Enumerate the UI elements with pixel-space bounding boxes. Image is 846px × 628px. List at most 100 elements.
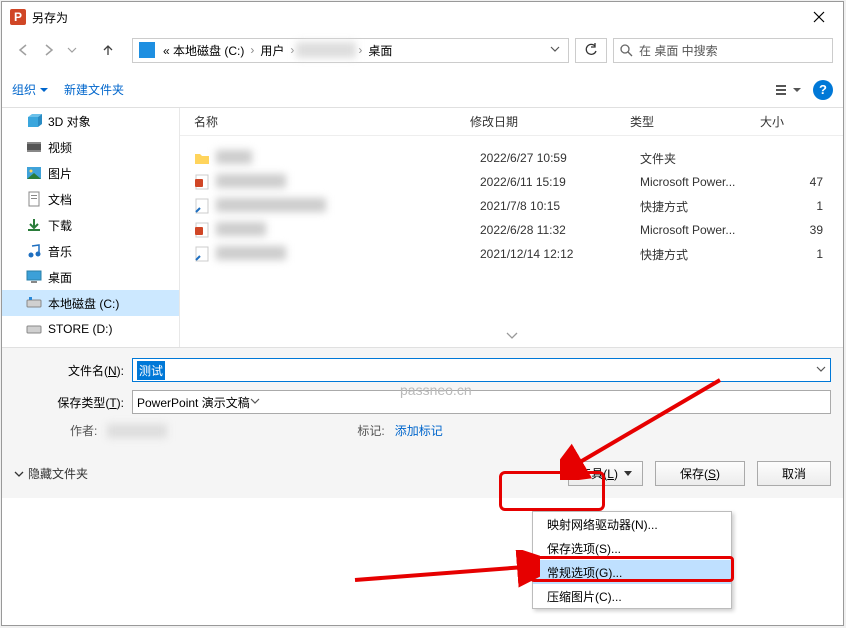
- menu-general-options[interactable]: 常规选项(G)...: [533, 560, 731, 584]
- col-size[interactable]: 大小: [760, 113, 843, 130]
- search-box[interactable]: 在 桌面 中搜索: [613, 38, 833, 63]
- download-icon: [26, 217, 42, 233]
- toolbar: 组织 新建文件夹 ?: [2, 72, 843, 108]
- path-users[interactable]: 用户: [256, 42, 288, 59]
- refresh-button[interactable]: [575, 38, 607, 63]
- titlebar: P 另存为: [2, 2, 843, 32]
- filename-value: 测试: [137, 361, 165, 380]
- col-name[interactable]: 名称: [180, 113, 470, 130]
- footer: 隐藏文件夹 工具(L) 保存(S) 取消: [2, 449, 843, 498]
- tools-menu: 映射网络驱动器(N)... 保存选项(S)... 常规选项(G)... 压缩图片…: [532, 511, 732, 609]
- chevron-down-icon: [250, 396, 260, 406]
- path-sep: ›: [248, 43, 256, 57]
- refresh-icon: [584, 43, 598, 57]
- tags-label: 标记:: [357, 422, 384, 439]
- nav-pictures[interactable]: 图片: [2, 160, 179, 186]
- filename-label: 文件名(N):: [14, 362, 132, 379]
- powerpoint-icon: P: [10, 9, 26, 25]
- back-button[interactable]: [12, 38, 36, 62]
- document-icon: [26, 191, 42, 207]
- col-date[interactable]: 修改日期: [470, 113, 630, 130]
- author-value-blurred[interactable]: [107, 424, 167, 438]
- nav-videos[interactable]: 视频: [2, 134, 179, 160]
- address-bar[interactable]: « 本地磁盘 (C:) › 用户 › › 桌面: [132, 38, 569, 63]
- save-button[interactable]: 保存(S): [655, 461, 745, 486]
- powerpoint-file-icon: [194, 222, 210, 238]
- path-desktop[interactable]: 桌面: [364, 42, 396, 59]
- path-dropdown[interactable]: [544, 43, 566, 57]
- filetype-combo[interactable]: PowerPoint 演示文稿: [132, 390, 831, 414]
- chevron-down-icon: [506, 332, 518, 340]
- filetype-row: 保存类型(T): PowerPoint 演示文稿: [14, 390, 831, 414]
- file-header: 名称 修改日期 类型 大小: [180, 108, 843, 136]
- folder-icon: [194, 150, 210, 166]
- desktop-icon: [26, 269, 42, 285]
- dialog-title: 另存为: [32, 9, 68, 26]
- new-folder-button[interactable]: 新建文件夹: [64, 81, 124, 98]
- view-button[interactable]: [775, 83, 801, 97]
- file-row[interactable]: 2021/7/8 10:15 快捷方式 1: [180, 194, 843, 218]
- path-user-blurred[interactable]: [296, 42, 356, 58]
- tools-dropdown[interactable]: 工具(L): [568, 461, 643, 486]
- picture-icon: [26, 165, 42, 181]
- meta-row: 作者: 标记: 添加标记: [14, 422, 831, 439]
- drive-icon: [26, 321, 42, 337]
- menu-save-options[interactable]: 保存选项(S)...: [533, 536, 731, 560]
- add-tag-link[interactable]: 添加标记: [395, 422, 443, 439]
- svg-text:P: P: [14, 10, 22, 24]
- filetype-label: 保存类型(T):: [14, 394, 132, 411]
- organize-button[interactable]: 组织: [12, 81, 48, 98]
- video-icon: [26, 139, 42, 155]
- up-button[interactable]: [96, 38, 120, 62]
- author-label: 作者:: [70, 422, 97, 439]
- nav-3d-objects[interactable]: 3D 对象: [2, 108, 179, 134]
- file-row[interactable]: 2022/6/27 10:59 文件夹: [180, 146, 843, 170]
- filetype-dropdown-button[interactable]: [250, 395, 260, 409]
- caret-down-icon: [793, 86, 801, 94]
- close-button[interactable]: [796, 2, 841, 32]
- scroll-hint: [180, 325, 843, 347]
- music-icon: [26, 243, 42, 259]
- drive-icon: [139, 42, 155, 58]
- caret-down-icon: [40, 86, 48, 94]
- menu-map-drive[interactable]: 映射网络驱动器(N)...: [533, 512, 731, 536]
- file-row[interactable]: 2021/12/14 12:12 快捷方式 1: [180, 242, 843, 266]
- nav-drive-c[interactable]: 本地磁盘 (C:): [2, 290, 179, 316]
- file-row[interactable]: 2022/6/28 11:32 Microsoft Power... 39: [180, 218, 843, 242]
- nav-desktop[interactable]: 桌面: [2, 264, 179, 290]
- search-placeholder: 在 桌面 中搜索: [639, 42, 718, 59]
- file-list[interactable]: 名称 修改日期 类型 大小 2022/6/27 10:59 文件夹 2022/6…: [180, 108, 843, 347]
- powerpoint-file-icon: [194, 174, 210, 190]
- chevron-down-icon: [67, 45, 77, 55]
- shortcut-icon: [194, 246, 210, 262]
- main-area: 3D 对象 视频 图片 文档 下载 音乐 桌面 本地磁盘 (C:) STORE …: [2, 108, 843, 347]
- filetype-value: PowerPoint 演示文稿: [137, 394, 250, 411]
- view-icon: [775, 83, 791, 97]
- arrow-right-icon: [41, 43, 55, 57]
- filename-history-button[interactable]: [816, 363, 826, 377]
- col-type[interactable]: 类型: [630, 113, 760, 130]
- nav-row: « 本地磁盘 (C:) › 用户 › › 桌面 在 桌面 中搜索: [2, 32, 843, 68]
- drive-icon: [26, 295, 42, 311]
- filename-input[interactable]: 测试: [132, 358, 831, 382]
- help-button[interactable]: ?: [813, 80, 833, 100]
- nav-downloads[interactable]: 下载: [2, 212, 179, 238]
- hide-folders-button[interactable]: 隐藏文件夹: [14, 465, 88, 482]
- menu-compress-pictures[interactable]: 压缩图片(C)...: [533, 584, 731, 608]
- nav-drive-d[interactable]: STORE (D:): [2, 316, 179, 342]
- search-icon: [620, 44, 633, 57]
- bottom-panel: 文件名(N): 测试 保存类型(T): PowerPoint 演示文稿 作者: …: [2, 347, 843, 449]
- nav-pane[interactable]: 3D 对象 视频 图片 文档 下载 音乐 桌面 本地磁盘 (C:) STORE …: [2, 108, 180, 347]
- arrow-up-icon: [101, 43, 115, 57]
- arrow-left-icon: [17, 43, 31, 57]
- file-row[interactable]: 2022/6/11 15:19 Microsoft Power... 47: [180, 170, 843, 194]
- path-root[interactable]: « 本地磁盘 (C:): [159, 42, 248, 59]
- filename-row: 文件名(N): 测试: [14, 358, 831, 382]
- nav-music[interactable]: 音乐: [2, 238, 179, 264]
- chevron-down-icon: [816, 364, 826, 374]
- close-icon: [813, 11, 825, 23]
- cancel-button[interactable]: 取消: [757, 461, 831, 486]
- nav-documents[interactable]: 文档: [2, 186, 179, 212]
- recent-button[interactable]: [60, 38, 84, 62]
- forward-button[interactable]: [36, 38, 60, 62]
